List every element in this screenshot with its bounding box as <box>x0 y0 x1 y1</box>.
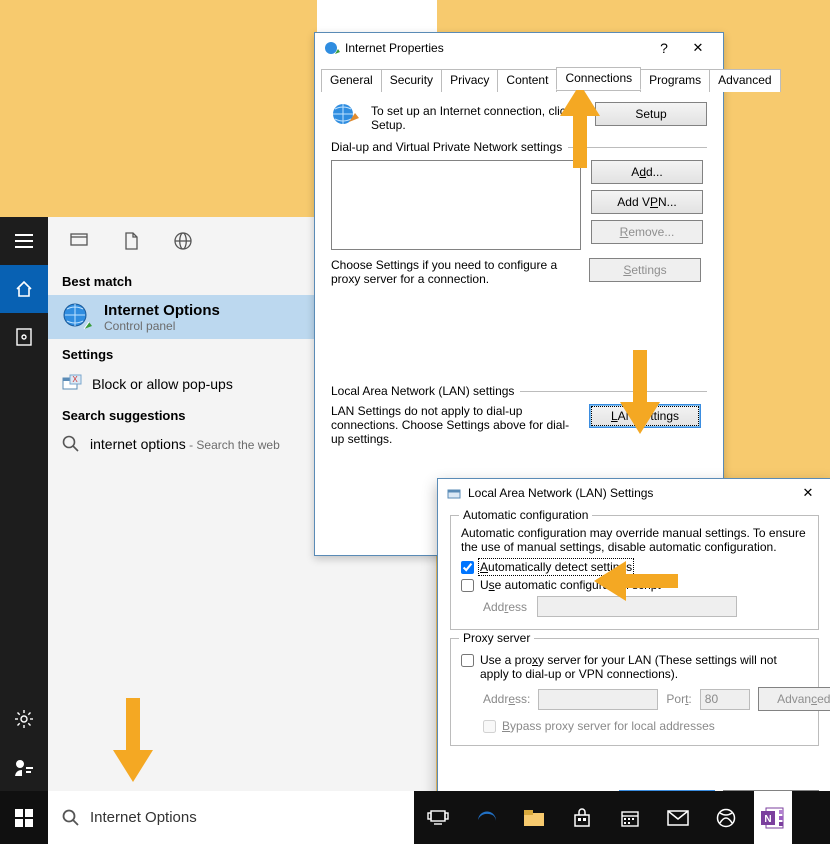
tab-strip: General Security Privacy Content Connect… <box>315 67 723 90</box>
popup-blocker-icon: X <box>62 374 82 394</box>
close-icon[interactable]: ✕ <box>793 485 823 501</box>
tab-content[interactable]: Content <box>497 69 557 92</box>
lan-dialog-title: Local Area Network (LAN) Settings <box>468 486 653 500</box>
connection-wizard-icon <box>331 102 361 132</box>
proxy-legend: Proxy server <box>459 631 534 645</box>
auto-config-group: Automatic configuration Automatic config… <box>450 515 819 630</box>
filter-web-icon[interactable] <box>174 232 192 250</box>
auto-config-text: Automatic configuration may override man… <box>461 526 808 554</box>
xbox-icon[interactable] <box>702 791 750 844</box>
dialog-title: Internet Properties <box>345 41 444 55</box>
connection-settings-button: Settings <box>589 258 701 282</box>
result-title: Internet Options <box>104 302 220 319</box>
proxy-address-label: Address: <box>483 692 530 706</box>
close-icon[interactable]: ✕ <box>681 40 715 56</box>
add-vpn-button[interactable]: Add VPN... <box>591 190 703 214</box>
lan-note-text: LAN Settings do not apply to dial-up con… <box>331 404 579 446</box>
tab-programs[interactable]: Programs <box>640 69 710 92</box>
feedback-icon[interactable] <box>0 743 48 791</box>
proxy-port-input <box>700 689 750 710</box>
task-view-icon[interactable] <box>414 791 462 844</box>
tab-advanced[interactable]: Advanced <box>709 69 780 92</box>
proxy-checkbox[interactable]: Use a proxy server for your LAN (These s… <box>461 653 808 681</box>
address-label: Address <box>483 600 527 614</box>
lan-settings-button[interactable]: LAN settings <box>589 404 701 428</box>
setup-button[interactable]: Setup <box>595 102 707 126</box>
suggestion-term: internet options <box>90 436 186 452</box>
choose-settings-text: Choose Settings if you need to configure… <box>331 258 579 286</box>
settings-item-label: Block or allow pop-ups <box>92 376 233 392</box>
tab-security[interactable]: Security <box>381 69 442 92</box>
suggestion-hint: - Search the web <box>186 438 280 452</box>
taskbar: Internet Options N <box>0 791 830 844</box>
proxy-port-label: Port: <box>666 692 691 706</box>
file-explorer-icon[interactable] <box>510 791 558 844</box>
auto-config-legend: Automatic configuration <box>459 508 592 522</box>
home-icon[interactable] <box>0 265 48 313</box>
mail-icon[interactable] <box>654 791 702 844</box>
background-cut <box>317 0 437 34</box>
dialog-titlebar[interactable]: Internet Properties ? ✕ <box>315 33 723 63</box>
internet-properties-icon <box>323 40 341 56</box>
search-input-text: Internet Options <box>90 809 197 826</box>
setup-text: To set up an Internet connection, click … <box>371 102 585 132</box>
auto-detect-checkbox[interactable]: Automatically detect settings <box>461 560 808 574</box>
filter-documents-icon[interactable] <box>124 232 138 250</box>
advanced-button: Advanced <box>758 687 830 711</box>
dialup-group-label: Dial-up and Virtual Private Network sett… <box>331 140 562 154</box>
proxy-group: Proxy server Use a proxy server for your… <box>450 638 819 746</box>
remove-button: Remove... <box>591 220 703 244</box>
search-icon <box>62 435 80 453</box>
settings-gear-icon[interactable] <box>0 695 48 743</box>
tab-connections[interactable]: Connections <box>556 67 641 90</box>
taskbar-search[interactable]: Internet Options <box>48 791 414 844</box>
tab-privacy[interactable]: Privacy <box>441 69 498 92</box>
search-icon <box>62 809 80 827</box>
add-button[interactable]: Add... <box>591 160 703 184</box>
proxy-address-input <box>538 689 658 710</box>
search-left-rail <box>0 217 48 791</box>
svg-text:X: X <box>72 375 78 384</box>
internet-options-icon <box>62 301 94 333</box>
auto-script-checkbox[interactable]: Use automatic configuration script <box>461 578 808 592</box>
calendar-icon[interactable] <box>606 791 654 844</box>
svg-text:N: N <box>764 814 771 825</box>
help-icon[interactable]: ? <box>647 40 681 56</box>
dialup-list[interactable] <box>331 160 581 250</box>
edge-icon[interactable] <box>462 791 510 844</box>
bypass-checkbox: Bypass proxy server for local addresses <box>483 719 808 733</box>
lan-settings-dialog: Local Area Network (LAN) Settings ✕ Auto… <box>437 478 830 825</box>
script-address-input <box>537 596 737 617</box>
result-subtitle: Control panel <box>104 319 220 333</box>
lan-group-label: Local Area Network (LAN) settings <box>331 384 514 398</box>
hamburger-icon[interactable] <box>0 217 48 265</box>
start-button[interactable] <box>0 791 48 844</box>
notebook-icon[interactable] <box>0 313 48 361</box>
filter-apps-icon[interactable] <box>70 233 88 249</box>
tab-general[interactable]: General <box>321 69 382 92</box>
lan-dialog-icon <box>446 485 462 501</box>
onenote-icon[interactable]: N <box>754 791 792 844</box>
store-icon[interactable] <box>558 791 606 844</box>
